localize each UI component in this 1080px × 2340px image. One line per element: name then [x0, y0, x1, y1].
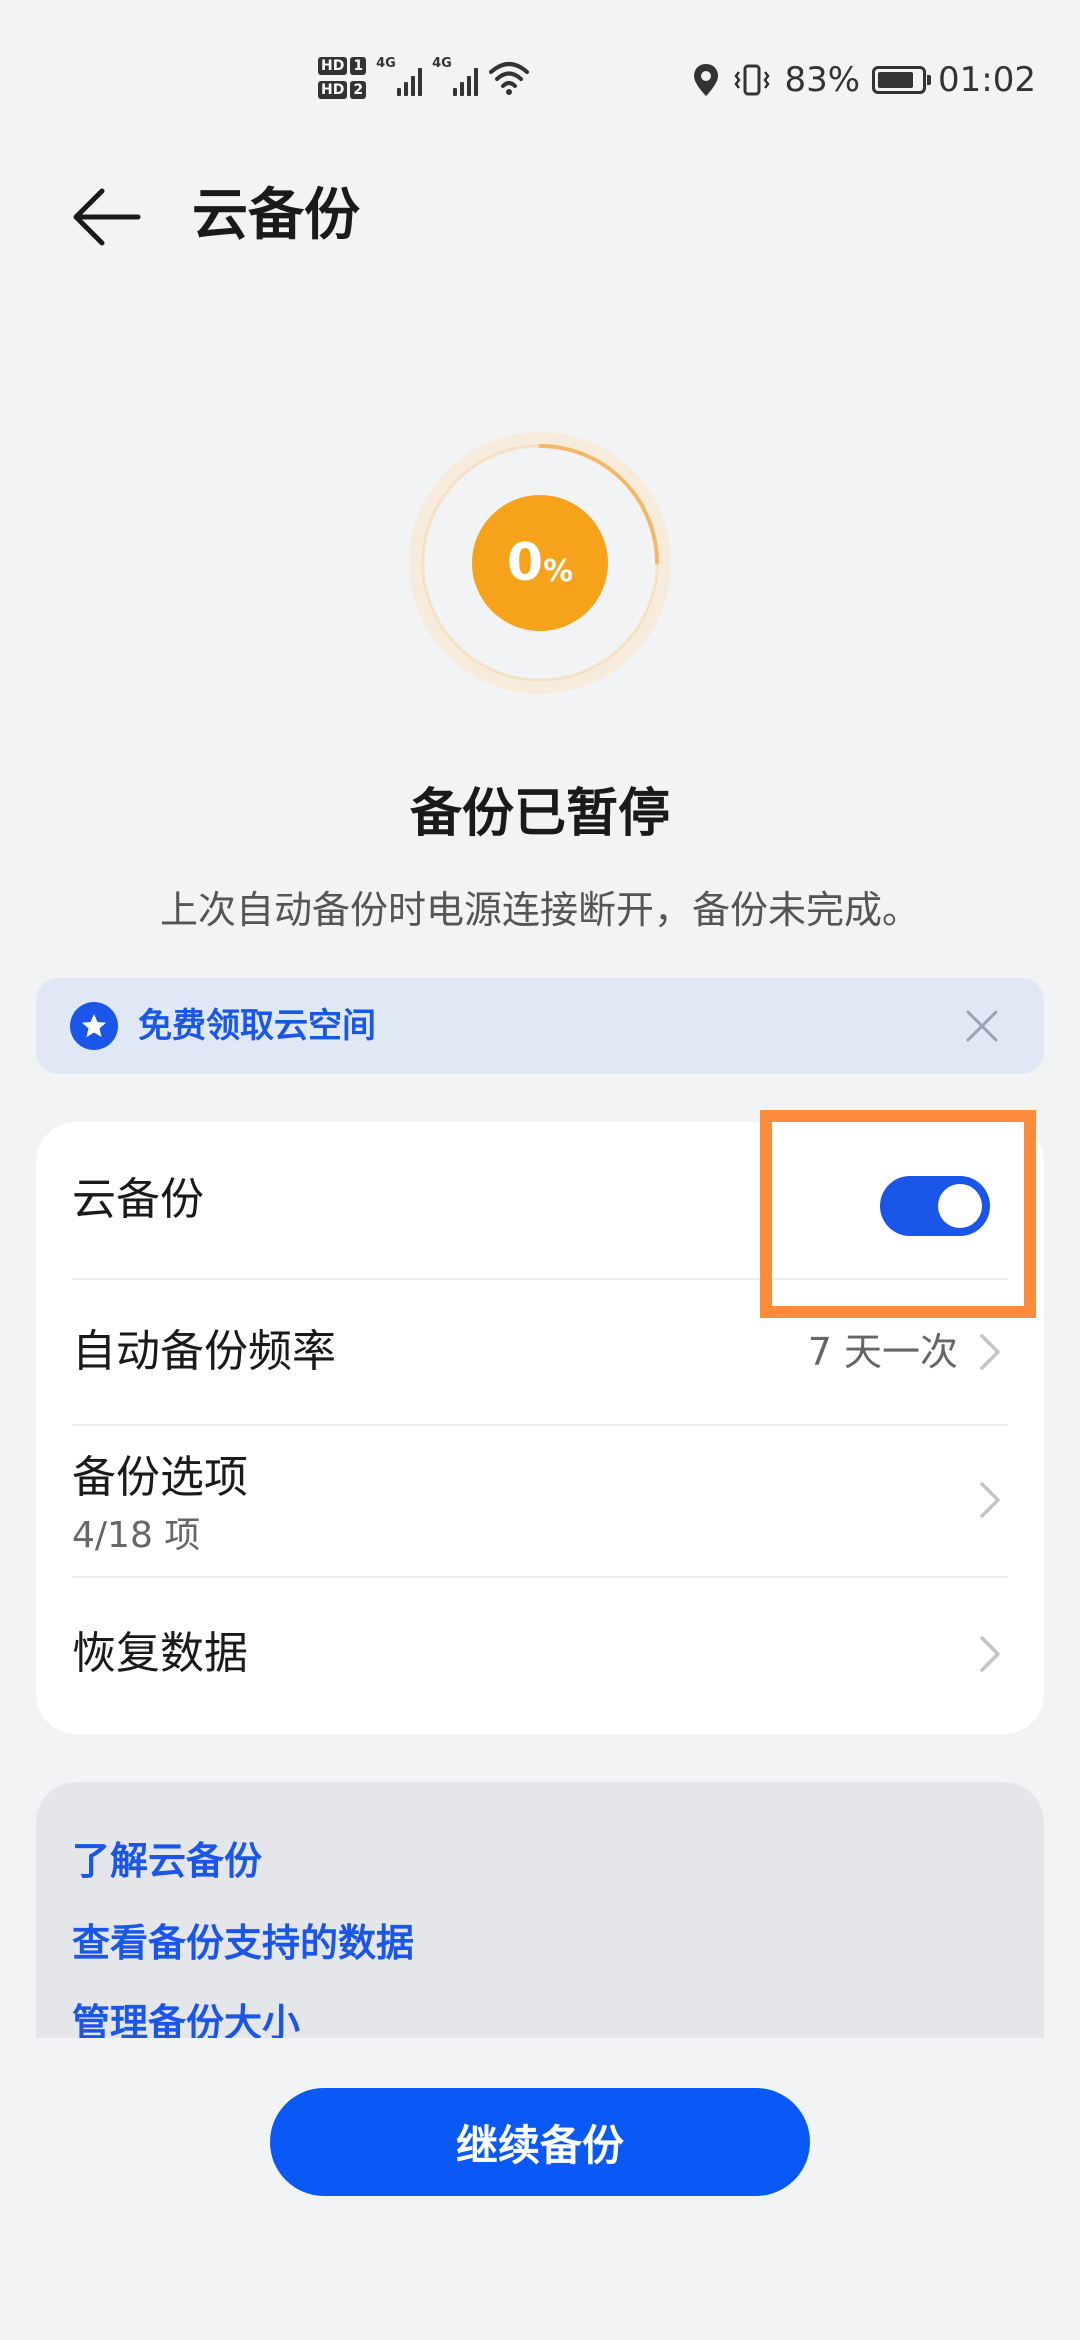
cloud-backup-label: 云备份: [72, 1174, 204, 1225]
chevron-right-icon: [980, 1334, 1000, 1370]
help-links-card: 了解云备份 查看备份支持的数据 管理备份大小: [36, 1782, 1044, 2038]
page-title: 云备份: [192, 183, 360, 248]
back-button[interactable]: [62, 172, 152, 262]
free-storage-banner[interactable]: 免费领取云空间: [36, 978, 1044, 1074]
location-icon: [694, 64, 719, 96]
hd-sim2-badge: HD 2: [318, 81, 367, 99]
wifi-icon: [489, 62, 530, 95]
battery-fill: [878, 72, 914, 88]
close-icon: [966, 1010, 998, 1042]
hd-label: HD: [318, 57, 348, 75]
continue-backup-button[interactable]: 继续备份: [270, 2088, 810, 2196]
progress-value-badge: 0%: [472, 495, 608, 631]
signal-sim2-icon: 4G: [432, 56, 479, 100]
restore-data-label: 恢复数据: [72, 1628, 248, 1679]
backup-progress-ring: 0%: [405, 428, 675, 698]
restore-data-row[interactable]: 恢复数据: [36, 1578, 1044, 1728]
signal-sim1-icon: 4G: [376, 56, 423, 100]
supported-data-link[interactable]: 查看备份支持的数据: [72, 1916, 414, 1970]
network-type-sim1: 4G: [376, 56, 396, 71]
backup-status-description: 上次自动备份时电源连接断开，备份未完成。: [159, 888, 920, 932]
app-header: 云备份: [0, 160, 1080, 270]
toggle-highlight-box: [760, 1110, 1036, 1318]
chevron-right-icon: [980, 1636, 1000, 1672]
learn-cloud-backup-link[interactable]: 了解云备份: [72, 1834, 262, 1888]
status-bar-right: 83% 01:02: [692, 54, 1036, 106]
backup-status-title: 备份已暂停: [409, 784, 670, 844]
network-type-sim2: 4G: [432, 56, 452, 71]
manage-backup-size-link[interactable]: 管理备份大小: [72, 1996, 300, 2038]
hd-sim1-badge: HD 1: [318, 57, 367, 75]
free-storage-label: 免费领取云空间: [138, 1006, 376, 1046]
status-bar: HD 1 HD 2 4G 4G 83% 01:02: [0, 0, 1080, 150]
clock: 01:02: [938, 60, 1036, 100]
backup-frequency-label: 自动备份频率: [72, 1326, 336, 1377]
vibrate-icon: [734, 64, 770, 96]
battery-percent: 83%: [784, 60, 861, 100]
hd-label: HD: [318, 81, 348, 99]
status-bar-left: HD 1 HD 2 4G 4G: [318, 50, 530, 106]
battery-icon: [872, 66, 932, 94]
progress-unit: %: [543, 553, 574, 589]
cloud-backup-screen: HD 1 HD 2 4G 4G 83% 01:02 云备份 0 % 备份已暂停 …: [0, 0, 1080, 2340]
backup-frequency-value: 7 天一次: [807, 1330, 958, 1374]
banner-close-button[interactable]: [958, 1002, 1006, 1050]
progress-value: 0: [506, 533, 544, 593]
backup-options-label: 备份选项: [72, 1452, 248, 1503]
sim1-number: 1: [350, 57, 367, 75]
backup-options-row[interactable]: 备份选项 4/18 项: [36, 1426, 1044, 1576]
chevron-right-icon: [980, 1482, 1000, 1518]
hd-call-indicators: HD 1 HD 2: [318, 57, 367, 99]
sim2-number: 2: [350, 81, 367, 99]
star-badge-icon: [70, 1002, 118, 1050]
backup-options-count: 4/18 项: [72, 1515, 201, 1556]
arrow-left-icon: [73, 188, 141, 246]
